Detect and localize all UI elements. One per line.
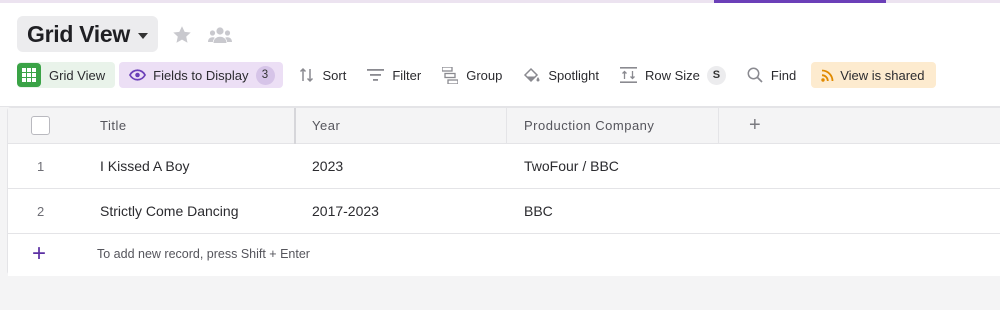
cell-production-company[interactable]: TwoFour / BBC bbox=[524, 144, 619, 188]
row-number: 2 bbox=[37, 203, 45, 219]
row-number: 1 bbox=[37, 158, 45, 174]
select-all-cell bbox=[31, 108, 50, 143]
view-header: Grid View Grid View Fields to Display 3 … bbox=[0, 3, 1000, 107]
spotlight-label: Spotlight bbox=[548, 67, 599, 83]
group-icon bbox=[442, 66, 459, 84]
find-button[interactable]: Find bbox=[741, 62, 802, 88]
header-row: Title Year Production Company + bbox=[8, 108, 1000, 144]
view-toolbar: Grid View Fields to Display 3 Sort Filte… bbox=[17, 61, 936, 89]
group-button[interactable]: Group bbox=[436, 62, 508, 88]
view-title: Grid View bbox=[27, 20, 130, 47]
filter-button[interactable]: Filter bbox=[361, 62, 427, 88]
table-row[interactable]: 1 I Kissed A Boy 2023 TwoFour / BBC bbox=[8, 144, 1000, 189]
find-label: Find bbox=[770, 67, 797, 83]
add-record-row: + To add new record, press Shift + Enter bbox=[8, 234, 1000, 276]
row-size-badge: S bbox=[706, 65, 726, 85]
chevron-down-icon bbox=[137, 32, 148, 39]
paint-bucket-icon bbox=[523, 67, 540, 83]
add-record-button[interactable]: + bbox=[32, 242, 46, 266]
cell-year[interactable]: 2023 bbox=[312, 144, 343, 188]
grid-view-label: Grid View bbox=[49, 67, 106, 83]
view-is-shared-button[interactable]: View is shared bbox=[811, 62, 936, 88]
cell-production-company[interactable]: BBC bbox=[524, 189, 553, 233]
filter-label: Filter bbox=[392, 67, 422, 83]
records-grid: Title Year Production Company + 1 I Kiss… bbox=[7, 107, 1000, 276]
filter-lines-icon bbox=[367, 69, 385, 81]
cell-title[interactable]: I Kissed A Boy bbox=[100, 144, 190, 188]
column-header-production-company[interactable]: Production Company bbox=[524, 108, 654, 143]
row-size-button[interactable]: Row Size S bbox=[614, 62, 732, 88]
fields-to-display-button[interactable]: Fields to Display 3 bbox=[119, 62, 283, 88]
grid-view-button[interactable]: Grid View bbox=[17, 62, 116, 88]
table-row[interactable]: 2 Strictly Come Dancing 2017-2023 BBC bbox=[8, 189, 1000, 234]
star-icon[interactable] bbox=[171, 24, 193, 46]
sort-button[interactable]: Sort bbox=[293, 62, 353, 88]
cell-title[interactable]: Strictly Come Dancing bbox=[100, 189, 239, 233]
row-height-icon bbox=[619, 67, 637, 83]
fields-count-badge: 3 bbox=[255, 65, 275, 85]
column-header-title[interactable]: Title bbox=[100, 108, 127, 143]
fields-to-display-label: Fields to Display bbox=[153, 67, 249, 83]
group-label: Group bbox=[466, 67, 503, 83]
rss-icon bbox=[821, 69, 834, 82]
sort-label: Sort bbox=[322, 67, 347, 83]
grid-icon bbox=[17, 63, 41, 87]
view-is-shared-label: View is shared bbox=[840, 67, 925, 83]
row-size-label: Row Size bbox=[644, 67, 700, 83]
eye-icon bbox=[129, 69, 147, 81]
view-title-dropdown[interactable]: Grid View bbox=[17, 16, 158, 52]
sort-arrows-icon bbox=[299, 67, 315, 83]
select-all-checkbox[interactable] bbox=[31, 116, 50, 135]
column-header-year[interactable]: Year bbox=[312, 108, 340, 143]
add-column-button[interactable]: + bbox=[749, 108, 761, 143]
spotlight-button[interactable]: Spotlight bbox=[517, 62, 605, 88]
collaborators-icon[interactable] bbox=[207, 24, 233, 46]
cell-year[interactable]: 2017-2023 bbox=[312, 189, 379, 233]
add-record-hint: To add new record, press Shift + Enter bbox=[97, 247, 310, 261]
magnifier-icon bbox=[747, 67, 763, 83]
